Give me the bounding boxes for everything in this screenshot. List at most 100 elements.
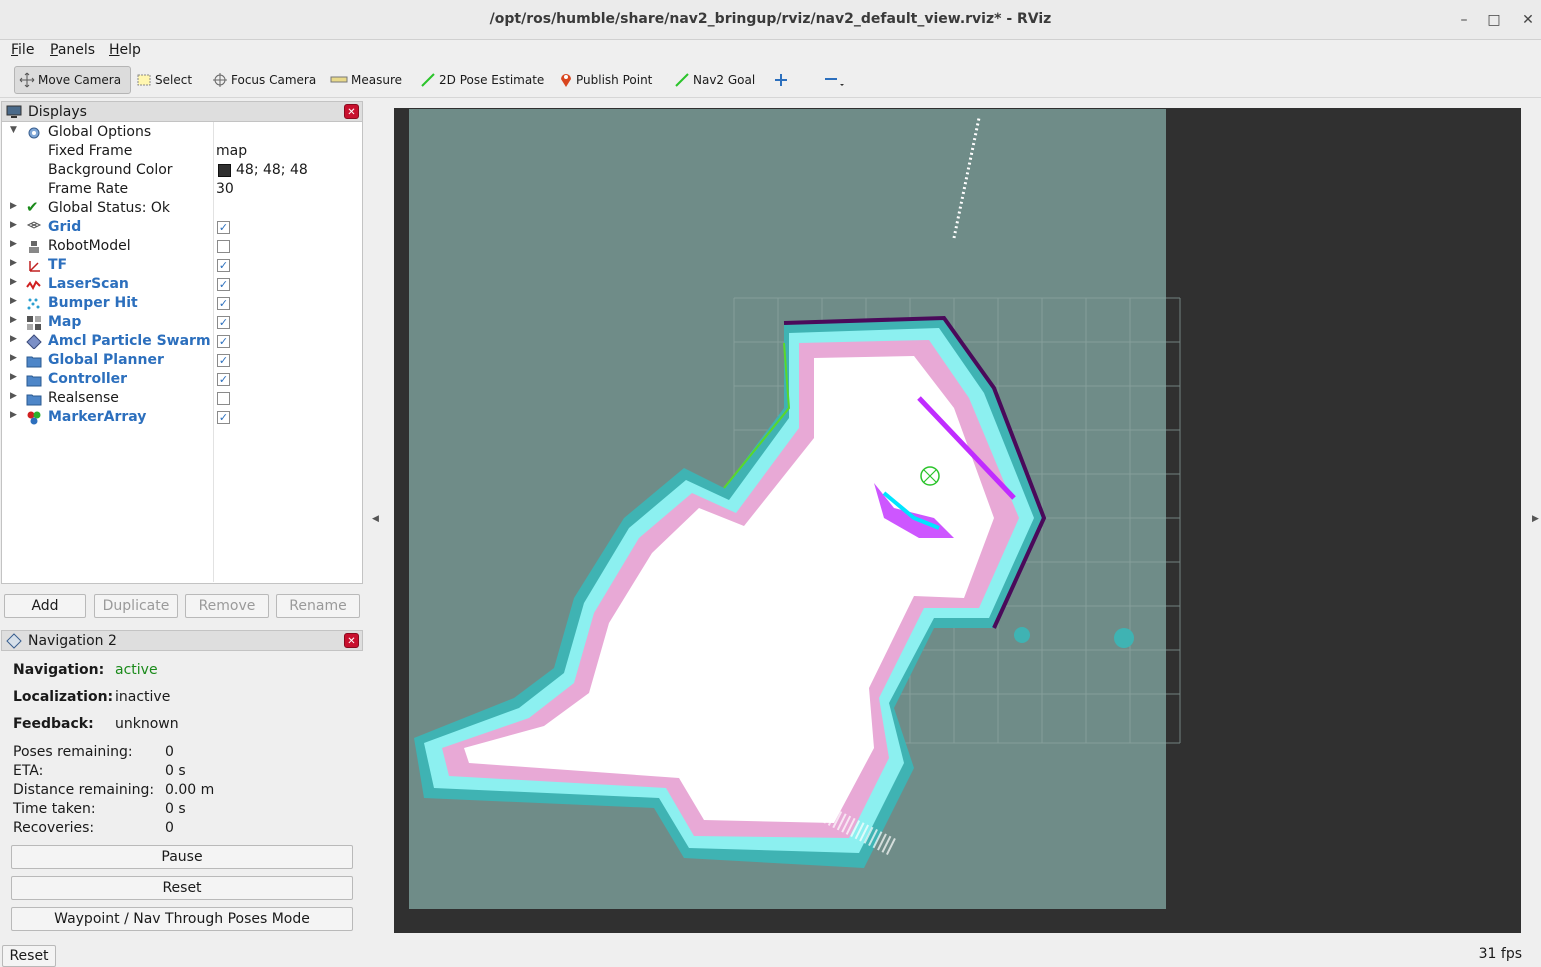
prop-value[interactable]: 30	[216, 181, 234, 197]
remove-button[interactable]: Remove	[185, 594, 269, 618]
3d-viewport[interactable]	[394, 108, 1521, 933]
expand-arrow-icon[interactable]: ▶	[10, 258, 17, 268]
maximize-icon[interactable]: □	[1484, 10, 1504, 30]
menubar: File Panels Help	[0, 40, 1541, 62]
visibility-checkbox[interactable]: ✓	[217, 354, 230, 367]
obstacle-blob	[1014, 627, 1030, 643]
tree-item-label: Grid	[48, 219, 82, 235]
select-icon	[137, 74, 151, 86]
tree-item-global-status[interactable]: ▶ ✔ Global Status: Ok	[2, 198, 362, 218]
visibility-checkbox[interactable]: ✓	[217, 221, 230, 234]
move-camera-icon	[19, 72, 35, 88]
visibility-checkbox[interactable]	[217, 240, 230, 253]
tool-publish-point[interactable]: Publish Point	[555, 66, 656, 94]
tree-item-map[interactable]: ▶ Map ✓	[2, 313, 362, 332]
tool-label: Nav2 Goal	[693, 73, 756, 87]
pause-button[interactable]: Pause	[11, 845, 353, 869]
tool-focus-camera[interactable]: Focus Camera	[208, 66, 320, 94]
prop-value[interactable]: 48; 48; 48	[236, 162, 308, 178]
prop-value[interactable]: map	[216, 143, 247, 159]
tree-item-realsense[interactable]: ▶ Realsense	[2, 389, 362, 408]
expand-arrow-icon[interactable]: ▶	[10, 353, 17, 363]
tree-item-label: Global Planner	[48, 352, 164, 368]
visibility-checkbox[interactable]: ✓	[217, 316, 230, 329]
waypoint-mode-button[interactable]: Waypoint / Nav Through Poses Mode	[11, 907, 353, 931]
tree-item-grid[interactable]: ▶ Grid ✓	[2, 218, 362, 237]
collapse-left-icon[interactable]: ◀	[372, 514, 379, 524]
focus-camera-icon	[213, 73, 227, 87]
visibility-checkbox[interactable]	[217, 392, 230, 405]
tree-item-amcl-particle-swarm[interactable]: ▶ Amcl Particle Swarm ✓	[2, 332, 362, 351]
prop-fixed-frame[interactable]: Fixed Frame map	[2, 142, 362, 161]
tree-item-markerarray[interactable]: ▶ MarkerArray ✓	[2, 408, 362, 427]
tree-item-label: LaserScan	[48, 276, 129, 292]
nav-metric-value: 0 s	[165, 763, 186, 779]
tf-axes-icon	[29, 261, 40, 272]
nav-status-value: unknown	[115, 716, 179, 732]
reset-nav-button[interactable]: Reset	[11, 876, 353, 900]
displays-title: Displays	[28, 103, 87, 120]
menu-file[interactable]: File	[11, 42, 34, 58]
visibility-checkbox[interactable]: ✓	[217, 335, 230, 348]
expand-arrow-icon[interactable]: ▶	[10, 277, 17, 287]
expand-arrow-icon[interactable]: ▶	[10, 296, 17, 306]
tool-measure[interactable]: Measure	[326, 66, 406, 94]
tool-2d-pose-estimate[interactable]: 2D Pose Estimate	[416, 66, 548, 94]
map-render[interactable]	[394, 108, 1521, 933]
expand-arrow-icon[interactable]: ▼	[10, 125, 17, 135]
nav-metric-label: ETA:	[13, 763, 44, 779]
expand-arrow-icon[interactable]: ▶	[10, 391, 17, 401]
nav-status-label: Feedback:	[13, 716, 94, 732]
tree-item-tf[interactable]: ▶ TF ✓	[2, 256, 362, 275]
folder-icon	[26, 356, 42, 368]
tree-item-bumper-hit[interactable]: ▶ Bumper Hit ✓	[2, 294, 362, 313]
tree-item-robotmodel[interactable]: ▶ RobotModel	[2, 237, 362, 256]
rename-button[interactable]: Rename	[276, 594, 360, 618]
menu-panels[interactable]: Panels	[50, 42, 95, 58]
expand-arrow-icon[interactable]: ▶	[10, 315, 17, 325]
add-button[interactable]: Add	[4, 594, 86, 618]
close-panel-icon[interactable]: ✕	[344, 633, 359, 648]
expand-arrow-icon[interactable]: ▶	[10, 239, 17, 249]
reset-time-button[interactable]: Reset	[2, 945, 56, 967]
visibility-checkbox[interactable]: ✓	[217, 259, 230, 272]
tree-item-global-options[interactable]: ▼ Global Options	[2, 123, 362, 142]
menu-help[interactable]: Help	[109, 42, 141, 58]
prop-name: Fixed Frame	[48, 143, 133, 159]
tool-select[interactable]: Select	[132, 66, 196, 94]
expand-arrow-icon[interactable]: ▶	[10, 201, 17, 211]
tree-item-label: Realsense	[48, 390, 119, 406]
prop-background-color[interactable]: Background Color 48; 48; 48	[2, 161, 362, 180]
measure-icon	[330, 76, 348, 83]
nav-metric-value: 0	[165, 744, 174, 760]
nav-metric-label: Distance remaining:	[13, 782, 155, 798]
particle-swarm-icon	[26, 334, 42, 349]
tree-item-laserscan[interactable]: ▶ LaserScan ✓	[2, 275, 362, 294]
expand-arrow-icon[interactable]: ▶	[10, 410, 17, 420]
collapse-right-icon[interactable]: ▶	[1532, 514, 1539, 524]
tool-move-camera[interactable]: Move Camera	[14, 66, 131, 94]
tree-item-global-planner[interactable]: ▶ Global Planner ✓	[2, 351, 362, 370]
remove-tool-button[interactable]	[818, 66, 851, 94]
prop-frame-rate[interactable]: Frame Rate 30	[2, 180, 362, 199]
tool-nav2-goal[interactable]: Nav2 Goal	[670, 66, 759, 94]
duplicate-button[interactable]: Duplicate	[94, 594, 178, 618]
visibility-checkbox[interactable]: ✓	[217, 278, 230, 291]
expand-arrow-icon[interactable]: ▶	[10, 220, 17, 230]
expand-arrow-icon[interactable]: ▶	[10, 372, 17, 382]
robot-model-icon	[29, 241, 39, 253]
map-pin-icon	[561, 74, 571, 87]
visibility-checkbox[interactable]: ✓	[217, 373, 230, 386]
visibility-checkbox[interactable]: ✓	[217, 297, 230, 310]
visibility-checkbox[interactable]: ✓	[217, 411, 230, 424]
obstacle-blob	[1114, 628, 1134, 648]
minimize-icon[interactable]: –	[1454, 10, 1474, 30]
expand-arrow-icon[interactable]: ▶	[10, 334, 17, 344]
prop-name: Frame Rate	[48, 181, 129, 197]
tool-label: Select	[155, 73, 193, 87]
close-panel-icon[interactable]: ✕	[344, 104, 359, 119]
color-swatch[interactable]	[218, 164, 231, 177]
close-window-icon[interactable]: ✕	[1518, 10, 1538, 30]
add-tool-button[interactable]	[770, 66, 795, 94]
tree-item-controller[interactable]: ▶ Controller ✓	[2, 370, 362, 389]
